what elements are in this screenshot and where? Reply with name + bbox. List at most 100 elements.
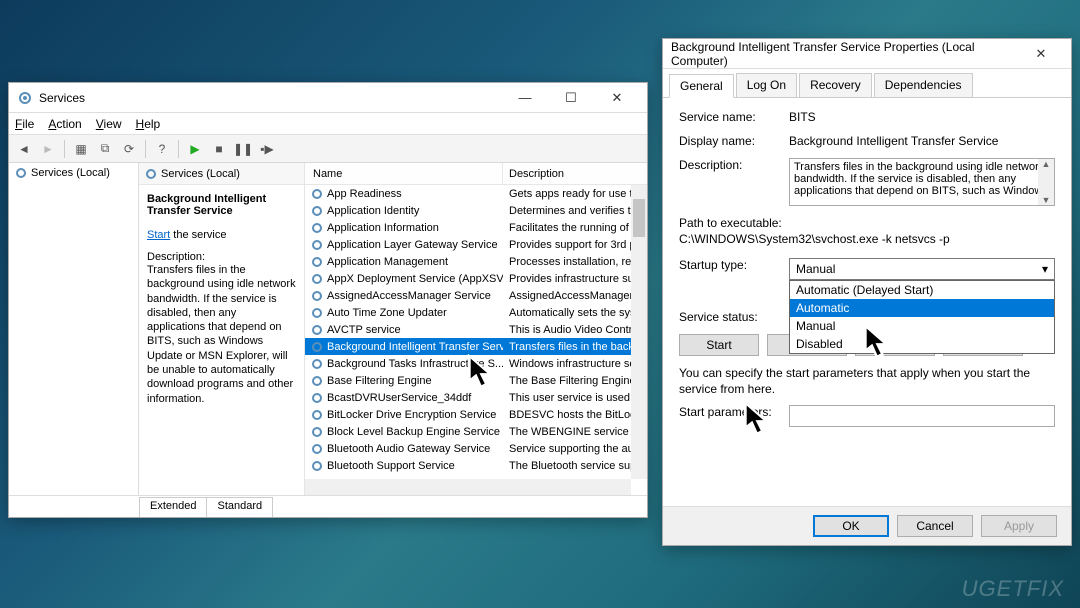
label-description: Description: [679,158,789,172]
gear-icon [311,239,323,251]
dropdown-option[interactable]: Disabled [790,335,1054,353]
gear-icon [15,167,27,179]
table-row[interactable]: Bluetooth Audio Gateway ServiceService s… [305,440,647,457]
table-row[interactable]: Application Layer Gateway ServiceProvide… [305,236,647,253]
table-row[interactable]: AVCTP serviceThis is Audio Video Contr [305,321,647,338]
menu-action[interactable]: Action [48,117,81,131]
table-row[interactable]: Background Intelligent Transfer ServiceT… [305,338,647,355]
gear-icon [17,90,33,106]
show-hide-button[interactable]: ▦ [70,138,92,160]
gear-icon [311,443,323,455]
table-row[interactable]: Bluetooth Support ServiceThe Bluetooth s… [305,457,647,474]
watermark: UGETFIX [962,576,1064,602]
table-row[interactable]: AssignedAccessManager ServiceAssignedAcc… [305,287,647,304]
table-row[interactable]: Auto Time Zone UpdaterAutomatically sets… [305,304,647,321]
column-description[interactable]: Description [503,163,647,184]
titlebar: Background Intelligent Transfer Service … [663,39,1071,69]
tab-extended[interactable]: Extended [139,497,207,517]
start-button[interactable]: Start [679,334,759,356]
gear-icon [145,168,157,180]
cancel-button[interactable]: Cancel [897,515,973,537]
close-button[interactable]: ✕ [1019,40,1063,68]
pause-button[interactable]: ❚❚ [232,138,254,160]
table-row[interactable]: AppX Deployment Service (AppXSVC)Provide… [305,270,647,287]
menu-help[interactable]: Help [136,117,161,131]
restart-button[interactable]: ▪▶ [256,138,278,160]
apply-button: Apply [981,515,1057,537]
gear-icon [311,409,323,421]
label-service-status: Service status: [679,310,789,324]
start-link[interactable]: Start [147,229,170,241]
label-service-name: Service name: [679,110,789,124]
value-display-name: Background Intelligent Transfer Service [789,134,1055,148]
tab-standard[interactable]: Standard [206,497,273,517]
tab-dependencies[interactable]: Dependencies [874,73,973,97]
back-button[interactable]: ◄ [13,138,35,160]
gear-icon [311,358,323,370]
startup-type-select[interactable]: Manual ▾ [789,258,1055,280]
maximize-button[interactable]: ☐ [549,84,593,112]
toolbar: ◄ ► ▦ ⧉ ⟳ ? ▶ ■ ❚❚ ▪▶ [9,135,647,163]
gear-icon [311,205,323,217]
startup-type-dropdown: Automatic (Delayed Start)AutomaticManual… [789,280,1055,354]
tab-logon[interactable]: Log On [736,73,797,97]
bottom-tabs: Extended Standard [9,495,647,517]
table-row[interactable]: Application IdentityDetermines and verif… [305,202,647,219]
dropdown-option[interactable]: Automatic (Delayed Start) [790,281,1054,299]
detail-title: Background Intelligent Transfer Service [147,193,296,217]
titlebar: Services — ☐ ✕ [9,83,647,113]
dropdown-option[interactable]: Manual [790,317,1054,335]
gear-icon [311,426,323,438]
table-row[interactable]: BitLocker Drive Encryption ServiceBDESVC… [305,406,647,423]
table-row[interactable]: Base Filtering EngineThe Base Filtering … [305,372,647,389]
refresh-button[interactable]: ⟳ [118,138,140,160]
description-textbox[interactable]: Transfers files in the background using … [789,158,1055,206]
dropdown-option[interactable]: Automatic [790,299,1054,317]
gear-icon [311,188,323,200]
label-path: Path to executable: [679,216,1055,230]
label-display-name: Display name: [679,134,789,148]
description-text: Transfers files in the background using … [147,263,296,406]
table-row[interactable]: BcastDVRUserService_34ddfThis user servi… [305,389,647,406]
forward-button[interactable]: ► [37,138,59,160]
column-name[interactable]: Name [305,163,503,184]
stop-button[interactable]: ■ [208,138,230,160]
minimize-button[interactable]: — [503,84,547,112]
gear-icon [311,460,323,472]
play-button[interactable]: ▶ [184,138,206,160]
help-button[interactable]: ? [151,138,173,160]
gear-icon [311,375,323,387]
vertical-scrollbar[interactable] [631,185,647,479]
table-row[interactable]: Application ManagementProcesses installa… [305,253,647,270]
table-row[interactable]: Background Tasks Infrastructure S...Wind… [305,355,647,372]
menu-file[interactable]: File [15,117,34,131]
export-button[interactable]: ⧉ [94,138,116,160]
properties-window: Background Intelligent Transfer Service … [662,38,1072,546]
description-label: Description: [147,251,296,263]
close-button[interactable]: ✕ [595,84,639,112]
services-window: Services — ☐ ✕ File Action View Help ◄ ►… [8,82,648,518]
tree-pane: Services (Local) [9,163,139,495]
hint-text: You can specify the start parameters tha… [679,366,1055,397]
tree-item-services-local[interactable]: Services (Local) [9,163,138,183]
tab-recovery[interactable]: Recovery [799,73,872,97]
label-start-params: Start parameters: [679,405,789,419]
ok-button[interactable]: OK [813,515,889,537]
menu-view[interactable]: View [96,117,122,131]
start-parameters-input[interactable] [789,405,1055,427]
table-row[interactable]: Block Level Backup Engine ServiceThe WBE… [305,423,647,440]
gear-icon [311,273,323,285]
table-row[interactable]: Application InformationFacilitates the r… [305,219,647,236]
chevron-down-icon: ▾ [1042,262,1048,276]
gear-icon [311,290,323,302]
menubar: File Action View Help [9,113,647,135]
tab-general[interactable]: General [669,74,734,98]
detail-pane: Services (Local) Background Intelligent … [139,163,305,495]
gear-icon [311,392,323,404]
horizontal-scrollbar[interactable] [305,479,631,495]
gear-icon [311,222,323,234]
value-service-name: BITS [789,110,1055,124]
table-row[interactable]: App ReadinessGets apps ready for use th [305,185,647,202]
gear-icon [311,341,323,353]
desc-scrollbar[interactable]: ▲▼ [1038,159,1054,205]
